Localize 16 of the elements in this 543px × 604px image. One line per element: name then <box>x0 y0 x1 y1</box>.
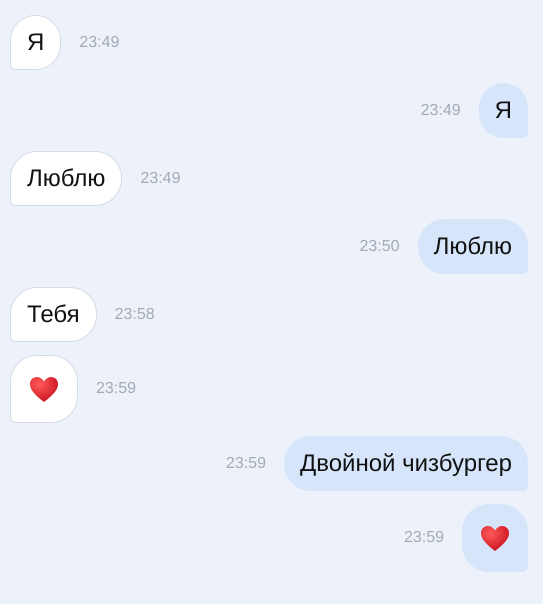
heart-icon <box>29 376 59 402</box>
message-time: 23:59 <box>96 380 136 398</box>
message-time: 23:58 <box>114 306 155 324</box>
message-bubble: Тебя <box>10 287 97 342</box>
message-time: 23:49 <box>420 102 461 120</box>
message-bubble: Двойной чизбургер <box>284 436 528 491</box>
heart-icon <box>480 524 510 552</box>
message-bubble: Люблю <box>418 219 528 274</box>
message-time: 23:59 <box>404 529 444 547</box>
message-bubble: Я <box>478 83 528 138</box>
message-time: 23:50 <box>360 238 400 256</box>
message-bubble: Я <box>10 15 62 70</box>
message-time: 23:59 <box>226 454 266 472</box>
message-bubble: Люблю <box>10 151 122 206</box>
message-time: 23:49 <box>79 34 120 52</box>
message-time: 23:49 <box>140 170 180 188</box>
